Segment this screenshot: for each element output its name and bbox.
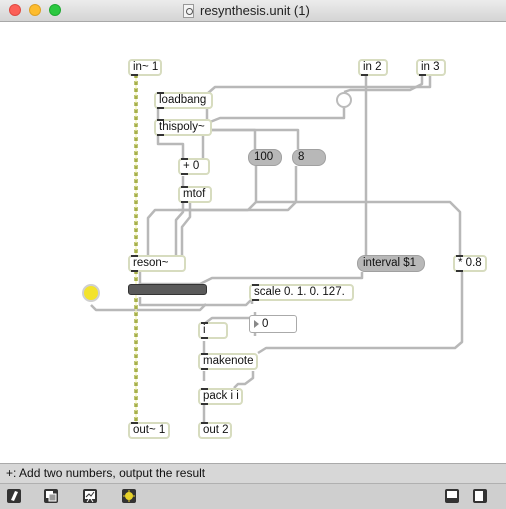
object-loadbang[interactable]: loadbang — [154, 92, 213, 109]
object-scale[interactable]: scale 0. 1. 0. 127. — [249, 284, 354, 301]
zoom-window-button[interactable] — [49, 4, 61, 16]
bottom-toolbar — [0, 483, 506, 509]
message-8[interactable]: 8 — [292, 149, 326, 166]
object-in1[interactable]: in~ 1 — [128, 59, 162, 76]
title-bar: resynthesis.unit (1) — [0, 0, 506, 22]
object-out2[interactable]: out 2 — [198, 422, 232, 439]
object-times[interactable]: * 0.8 — [453, 255, 487, 272]
toggle[interactable] — [336, 92, 352, 108]
minimize-window-button[interactable] — [29, 4, 41, 16]
cord-in3-toggle — [343, 76, 424, 94]
cord-makenote-pack-r — [233, 371, 255, 389]
object-in2[interactable]: in 2 — [358, 59, 388, 76]
cord-toggle-thispoly — [209, 108, 346, 124]
object-pack[interactable]: pack i i — [198, 388, 243, 405]
sidebar-icon[interactable] — [472, 488, 488, 504]
object-thispoly[interactable]: thispoly~ — [154, 119, 212, 136]
close-window-button[interactable] — [9, 4, 21, 16]
object-mtof[interactable]: mtof — [178, 186, 212, 203]
patch-cords — [90, 74, 464, 422]
patcher-view-icon[interactable] — [444, 488, 460, 504]
window-title: resynthesis.unit (1) — [200, 3, 310, 18]
object-makenote[interactable]: makenote — [198, 353, 258, 370]
presentation-icon[interactable] — [43, 488, 59, 504]
status-bar: +: Add two numbers, output the result — [0, 463, 506, 483]
patcher-canvas[interactable]: in~ 1 in 2 in 3 loadbang thispoly~ + 0 1… — [0, 22, 506, 463]
document-icon — [183, 4, 194, 18]
message-interval[interactable]: interval $1 — [357, 255, 425, 272]
cord-thispoly-100 — [204, 128, 257, 149]
object-in3[interactable]: in 3 — [416, 59, 446, 76]
number-box-arrow-icon — [254, 319, 259, 328]
object-reson[interactable]: reson~ — [128, 255, 186, 272]
number-box[interactable]: 0 — [249, 315, 297, 333]
led-indicator[interactable] — [82, 284, 100, 302]
object-i[interactable]: i — [198, 322, 228, 339]
object-out1[interactable]: out~ 1 — [128, 422, 170, 439]
cord-thispoly-plus — [156, 136, 185, 158]
cord-in3-thispoly — [205, 76, 432, 119]
number-box-value: 0 — [262, 318, 269, 330]
cord-slider-scale — [138, 297, 254, 307]
message-100[interactable]: 100 — [248, 149, 282, 166]
edit-lock-icon[interactable] — [6, 488, 22, 504]
gain-slider[interactable] — [128, 284, 207, 295]
object-plus[interactable]: + 0 — [178, 158, 210, 175]
inspector-icon[interactable] — [121, 488, 137, 504]
debug-icon[interactable] — [82, 488, 98, 504]
